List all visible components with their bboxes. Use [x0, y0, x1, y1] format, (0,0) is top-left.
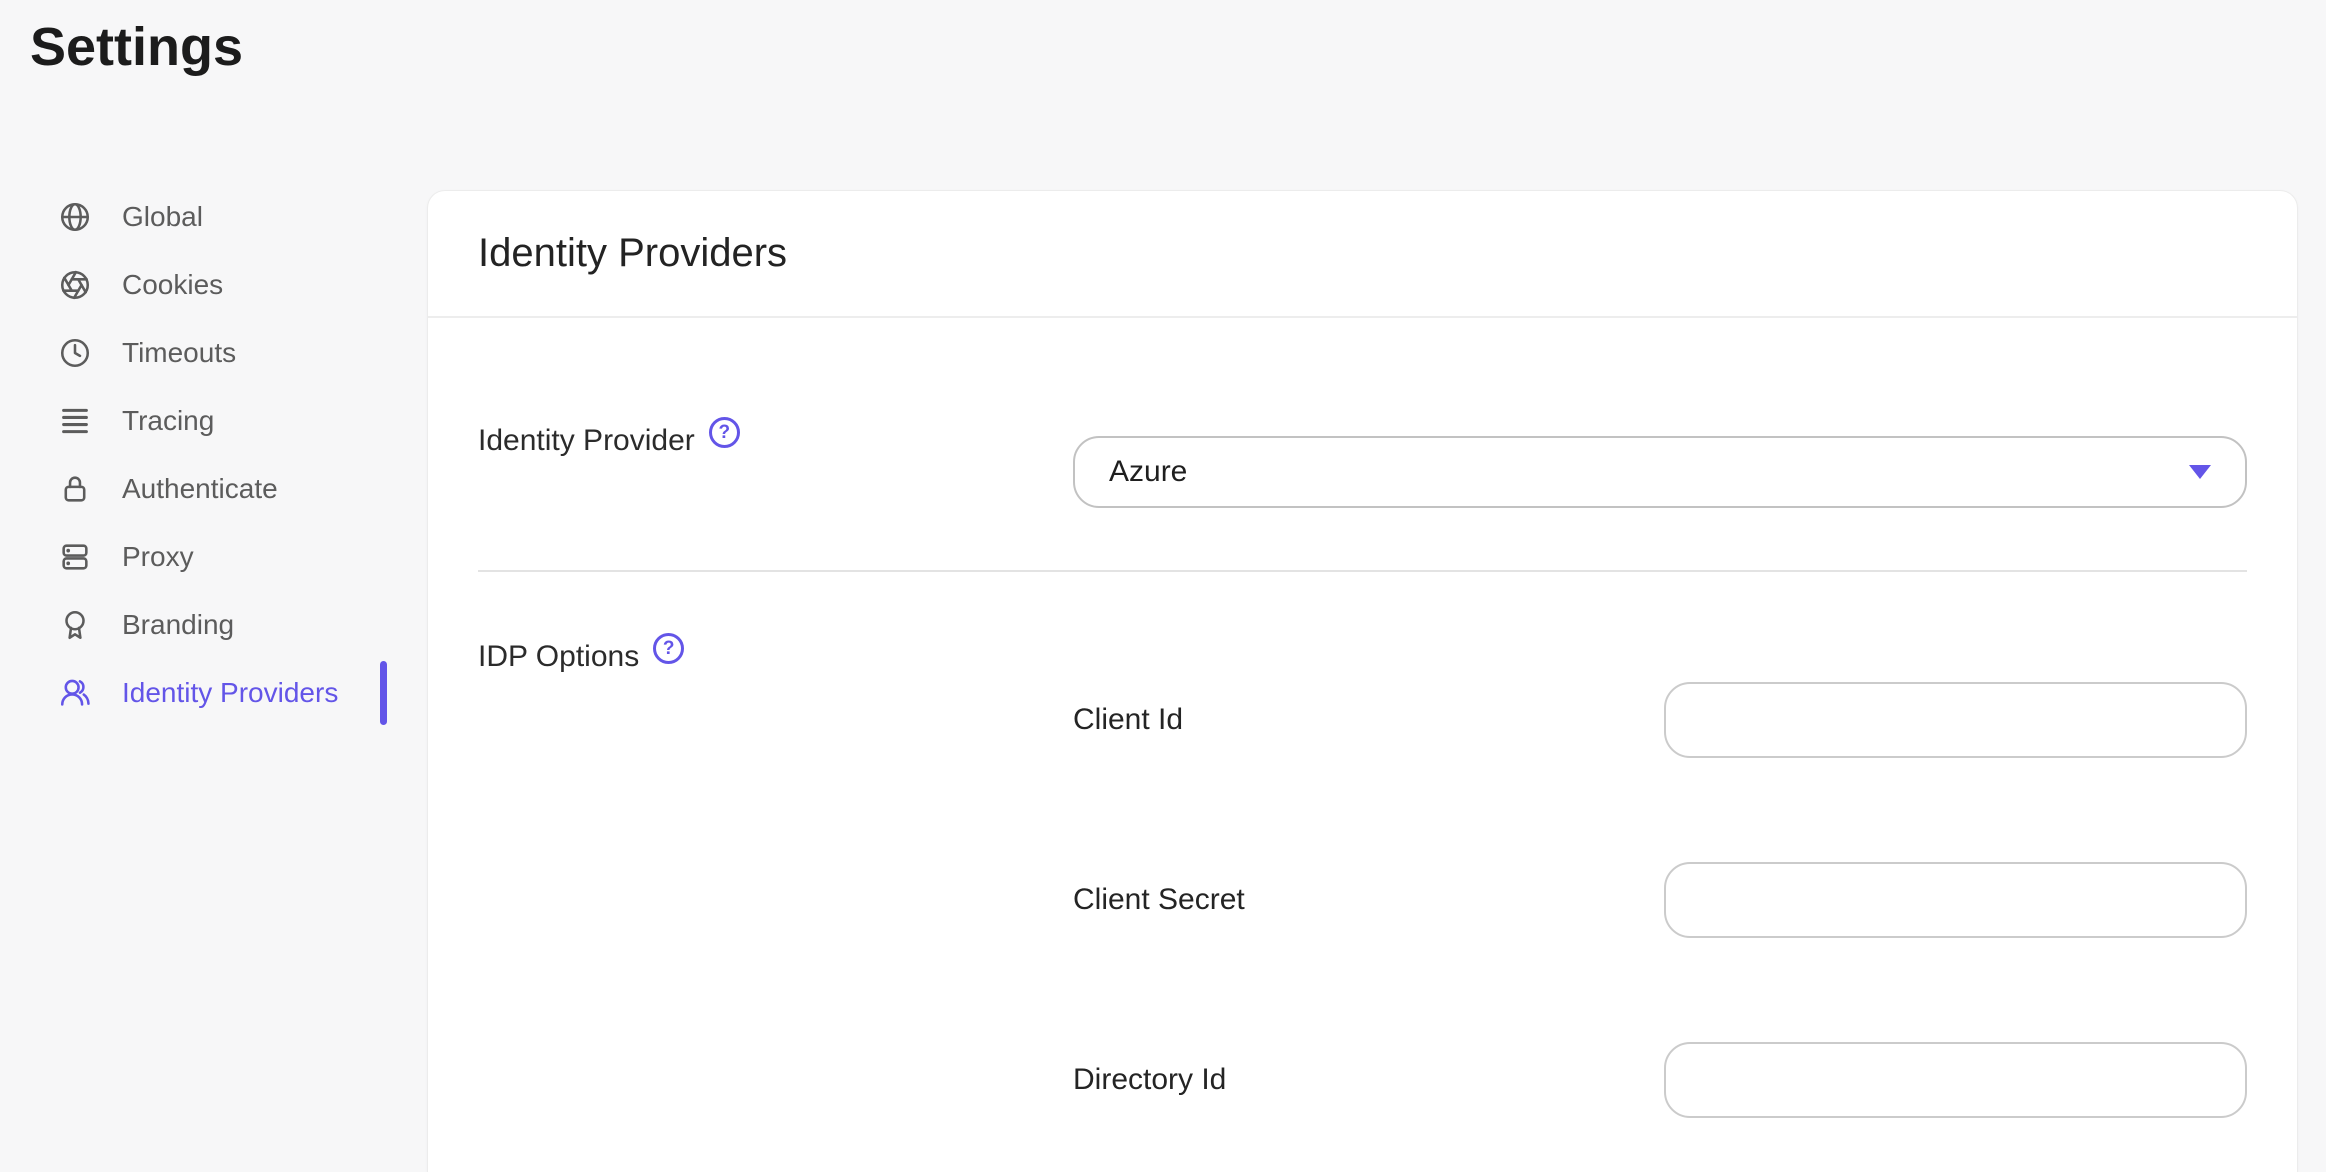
client-secret-label: Client Secret — [1073, 883, 1245, 916]
settings-layout: Global Cookies Timeouts Tracing Authenti… — [0, 190, 2326, 1172]
sidebar-item-timeouts[interactable]: Timeouts — [0, 319, 427, 387]
directory-id-input[interactable] — [1664, 1042, 2247, 1118]
clock-icon — [60, 338, 90, 368]
lock-icon — [64, 476, 86, 502]
client-id-input[interactable] — [1664, 682, 2247, 758]
idp-options-label-group: IDP Options ? — [478, 633, 1073, 674]
sidebar-item-label: Tracing — [122, 405, 215, 436]
sidebar-item-cookies[interactable]: Cookies — [0, 251, 427, 319]
sidebar-item-tracing[interactable]: Tracing — [0, 387, 427, 455]
sidebar-item-global[interactable]: Global — [0, 183, 427, 251]
panel-header: Identity Providers — [428, 191, 2297, 318]
identity-provider-label-group: Identity Provider ? — [478, 417, 1073, 458]
identity-provider-selected-value: Azure — [1109, 455, 1188, 488]
client-id-field-row: Client Id — [1073, 682, 2247, 758]
sidebar-item-label: Cookies — [122, 269, 224, 300]
idp-options-label: IDP Options — [478, 640, 640, 673]
identity-provider-select[interactable]: Azure — [1073, 436, 2247, 508]
identity-providers-panel: Identity Providers Identity Provider ? A… — [427, 190, 2298, 1172]
server-icon — [62, 544, 88, 570]
panel-title: Identity Providers — [478, 231, 788, 275]
help-icon[interactable]: ? — [653, 633, 685, 664]
directory-id-field-row: Directory Id — [1073, 1042, 2247, 1118]
client-id-label: Client Id — [1073, 703, 1184, 736]
tracing-lines-icon — [62, 408, 88, 434]
sidebar-item-label: Branding — [122, 609, 235, 640]
sidebar-item-identity-providers[interactable]: Identity Providers — [0, 659, 427, 727]
globe-icon — [60, 202, 90, 232]
help-icon[interactable]: ? — [708, 417, 740, 448]
idp-options-row: IDP Options ? Client Id Client Secret Di… — [478, 572, 2247, 1118]
identity-provider-row: Identity Provider ? Azure — [478, 318, 2247, 572]
sidebar-item-proxy[interactable]: Proxy — [0, 523, 427, 591]
client-secret-field-row: Client Secret — [1073, 862, 2247, 938]
sidebar-item-branding[interactable]: Branding — [0, 591, 427, 659]
client-secret-input[interactable] — [1664, 862, 2247, 938]
idp-options-fields: Client Id Client Secret Directory Id — [1073, 682, 2247, 1118]
sidebar-item-label: Global — [122, 201, 203, 232]
directory-id-label: Directory Id — [1073, 1063, 1227, 1096]
chevron-down-icon — [2189, 465, 2211, 479]
sidebar-item-authenticate[interactable]: Authenticate — [0, 455, 427, 523]
identity-provider-label: Identity Provider — [478, 424, 695, 457]
aperture-icon — [60, 270, 90, 300]
sidebar-item-label: Identity Providers — [122, 677, 339, 708]
settings-sidebar: Global Cookies Timeouts Tracing Authenti… — [0, 183, 427, 727]
panel-body: Identity Provider ? Azure IDP Options ? … — [428, 318, 2297, 1118]
users-icon — [60, 679, 90, 706]
award-icon — [65, 610, 85, 640]
page-title: Settings — [30, 17, 244, 77]
sidebar-item-label: Proxy — [122, 541, 194, 572]
sidebar-item-label: Authenticate — [122, 473, 278, 504]
sidebar-item-label: Timeouts — [122, 337, 237, 368]
